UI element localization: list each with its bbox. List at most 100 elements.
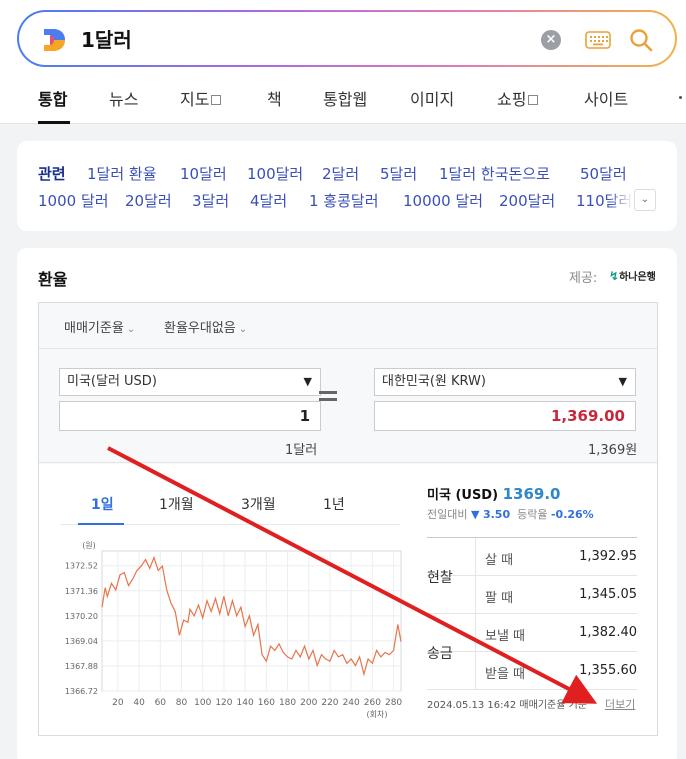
caret-down-icon: ▼ bbox=[303, 375, 312, 388]
cash-group-label: 현찰 bbox=[427, 570, 453, 586]
search-bar[interactable]: 1달러 × bbox=[17, 10, 677, 67]
chevron-down-icon[interactable]: ⌄ bbox=[634, 189, 656, 211]
related-item[interactable]: 100달러 bbox=[247, 163, 303, 184]
period-tab-1m[interactable]: 1개월 bbox=[159, 494, 194, 514]
converter-panel: 매매기준율 ⌄ 환율우대없음 ⌄ 미국(달러 USD) ▼ 1 1달러 대한민국(원 … bbox=[38, 302, 658, 736]
row-label: 팔 때 bbox=[485, 591, 514, 606]
keyboard-icon[interactable] bbox=[585, 30, 611, 50]
related-item[interactable]: 5달러 bbox=[380, 163, 417, 184]
tab-sites[interactable]: 사이트 bbox=[584, 86, 628, 110]
country-label: 미국 (USD) bbox=[427, 488, 499, 503]
plot-frame bbox=[101, 550, 402, 692]
x-tick-label: 240 bbox=[343, 698, 360, 708]
to-currency-select[interactable]: 대한민국(원 KRW) ▼ bbox=[374, 368, 636, 396]
more-tabs-icon[interactable] bbox=[679, 96, 682, 99]
search-input[interactable]: 1달러 bbox=[81, 27, 132, 53]
x-tick-label: 40 bbox=[133, 698, 145, 708]
converter-inputs: 미국(달러 USD) ▼ 1 1달러 대한민국(원 KRW) ▼ 1,369.00 … bbox=[39, 348, 657, 463]
related-item[interactable]: 3달러 bbox=[192, 190, 229, 211]
x-tick-label: 100 bbox=[194, 698, 211, 708]
chevron-down-icon: ⌄ bbox=[238, 324, 248, 335]
x-axis-label: (회차) bbox=[367, 710, 388, 719]
exchange-rate-chart: 20 40 60 80 100 120 140 160 180 200 220 240 260 280 13… bbox=[65, 541, 403, 719]
x-tick-label: 140 bbox=[237, 698, 254, 708]
related-title: 관련 bbox=[38, 165, 66, 183]
related-item[interactable]: 4달러 bbox=[250, 190, 287, 211]
change-label: 전일대비 bbox=[427, 508, 468, 521]
x-tick-label: 220 bbox=[321, 698, 338, 708]
related-item[interactable]: 10달러 bbox=[180, 163, 227, 184]
to-amount-input[interactable]: 1,369.00 bbox=[374, 401, 636, 431]
search-icon[interactable] bbox=[628, 27, 654, 53]
y-tick-label: 1371.36 bbox=[65, 587, 98, 596]
daum-logo-icon[interactable] bbox=[41, 27, 67, 53]
bank-logo: ↯하나은행 bbox=[609, 268, 656, 283]
active-period-indicator bbox=[78, 523, 124, 525]
related-item[interactable]: 1달러 한국돈으로 bbox=[439, 163, 550, 184]
row-value: 1,382.40 bbox=[579, 625, 637, 640]
caret-down-icon: ▼ bbox=[618, 375, 627, 388]
tab-shopping-label: 쇼핑 bbox=[497, 90, 527, 109]
external-link-icon bbox=[211, 94, 222, 105]
header: 1달러 × 통합 뉴스 지도 책 통합웹 이미지 쇼핑 사이트 bbox=[0, 0, 686, 124]
tab-books[interactable]: 책 bbox=[267, 86, 282, 110]
exchange-title: 환율 bbox=[38, 270, 68, 289]
tab-images[interactable]: 이미지 bbox=[410, 86, 454, 110]
rate-change: 전일대비 ▼ 3.50 등락율 -0.26% bbox=[427, 506, 594, 522]
rate-table: 살 때 1,392.95 팔 때 1,345.05 보낼 때 1,382.40 받을 … bbox=[427, 537, 637, 690]
related-item[interactable]: 50달러 bbox=[580, 163, 627, 184]
tab-web[interactable]: 통합웹 bbox=[323, 86, 367, 110]
x-tick-label: 60 bbox=[155, 698, 167, 708]
row-value: 1,355.60 bbox=[579, 663, 637, 678]
equals-icon bbox=[319, 391, 337, 405]
x-tick-label: 160 bbox=[258, 698, 275, 708]
related-item[interactable]: 200달러 bbox=[499, 190, 555, 211]
period-tab-1y[interactable]: 1년 bbox=[323, 494, 345, 514]
related-item[interactable]: 1달러 환율 bbox=[87, 163, 157, 184]
related-fade bbox=[609, 186, 633, 212]
related-item[interactable]: 20달러 bbox=[125, 190, 172, 211]
x-tick-label: 200 bbox=[300, 698, 317, 708]
x-tick-label: 20 bbox=[112, 698, 124, 708]
active-tab-indicator bbox=[38, 121, 70, 124]
tab-news[interactable]: 뉴스 bbox=[109, 86, 138, 110]
chart-section: 1일 1개월 3개월 1년 20 40 60 80 100 120 140 160 180 200… bbox=[39, 464, 657, 735]
rate-type-dropdown[interactable]: 매매기준율 ⌄ bbox=[64, 317, 135, 336]
change-value: 3.50 bbox=[482, 508, 511, 521]
preferential-dropdown[interactable]: 환율우대없음 ⌄ bbox=[164, 317, 247, 336]
related-item[interactable]: 2달러 bbox=[322, 163, 359, 184]
period-tab-1d[interactable]: 1일 bbox=[91, 494, 114, 514]
x-tick-label: 80 bbox=[176, 698, 188, 708]
y-tick-label: 1369.04 bbox=[65, 637, 98, 646]
from-amount-input[interactable]: 1 bbox=[59, 401, 321, 431]
row-label: 받을 때 bbox=[485, 667, 526, 682]
x-tick-label: 260 bbox=[364, 698, 381, 708]
y-tick-label: 1370.20 bbox=[65, 612, 98, 621]
bank-name: 하나은행 bbox=[619, 272, 656, 283]
current-rate-value: 1369.0 bbox=[502, 485, 561, 503]
rate-type-label: 매매기준율 bbox=[64, 321, 124, 336]
tab-map[interactable]: 지도 bbox=[180, 86, 222, 110]
related-item[interactable]: 1 홍콩달러 bbox=[309, 190, 379, 211]
period-tab-3m[interactable]: 3개월 bbox=[241, 494, 276, 514]
transfer-group-label: 송금 bbox=[427, 646, 453, 662]
from-caption: 1달러 bbox=[285, 443, 318, 458]
y-tick-label: 1367.88 bbox=[65, 662, 98, 671]
tab-map-label: 지도 bbox=[180, 90, 210, 109]
more-link[interactable]: 더보기 bbox=[605, 696, 635, 712]
to-currency-label: 대한민국(원 KRW) bbox=[382, 374, 486, 389]
related-item[interactable]: 10000 달러 bbox=[403, 190, 483, 211]
change-rate-value: -0.26% bbox=[550, 508, 594, 521]
clear-search-icon[interactable]: × bbox=[541, 30, 561, 50]
tab-integrated[interactable]: 통합 bbox=[38, 86, 67, 110]
related-item[interactable]: 1000 달러 bbox=[38, 190, 109, 211]
tab-shopping[interactable]: 쇼핑 bbox=[497, 86, 539, 110]
row-label: 살 때 bbox=[485, 553, 514, 568]
from-currency-select[interactable]: 미국(달러 USD) ▼ bbox=[59, 368, 321, 396]
y-tick-label: 1372.52 bbox=[65, 562, 98, 571]
from-currency-label: 미국(달러 USD) bbox=[67, 374, 157, 389]
row-value: 1,345.05 bbox=[579, 587, 637, 602]
y-axis-label: (원) bbox=[82, 541, 96, 550]
rate-timestamp: 2024.05.13 16:42 매매기준율 기준 bbox=[427, 700, 588, 711]
current-rate: 미국 (USD) 1369.0 bbox=[427, 484, 560, 503]
